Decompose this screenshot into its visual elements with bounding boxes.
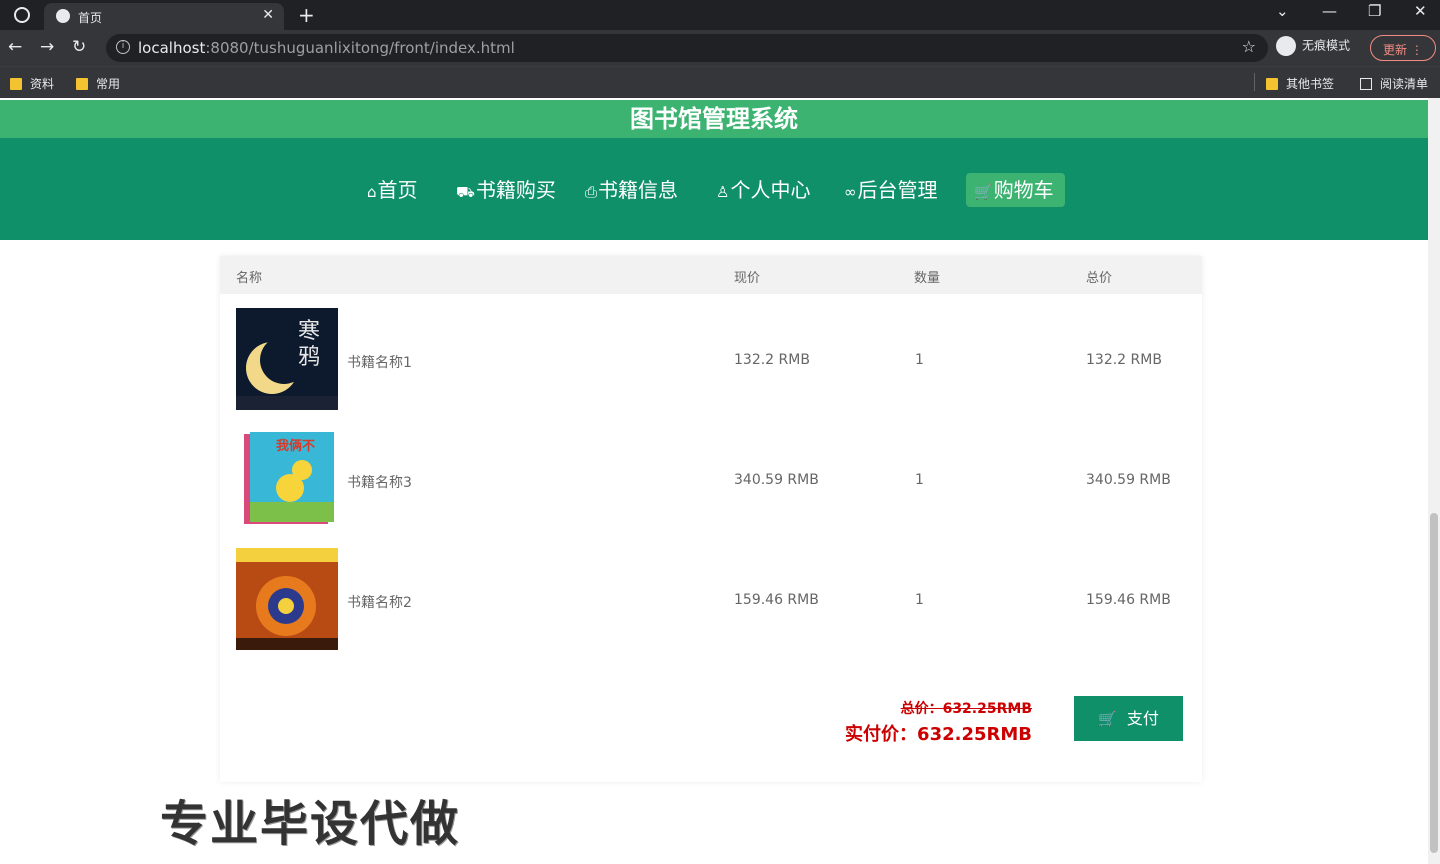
incognito-indicator[interactable]: 无痕模式 [1276, 36, 1350, 56]
total-price: 总价：632.25RMB [900, 701, 1032, 717]
svg-text:寒: 寒 [298, 319, 320, 344]
item-total: 340.59 RMB [1086, 472, 1171, 488]
browser-tab-bar: 首页 ✕ + ⌄ — ❐ ✕ [0, 0, 1440, 30]
price-summary: 总价：632.25RMB 实付价：632.25RMB [845, 698, 1032, 746]
bookmarks-bar: 资料 常用 其他书签 阅读清单 [0, 66, 1440, 98]
item-price: 132.2 RMB [734, 352, 810, 368]
globe-icon [56, 9, 70, 23]
nav-personal-center[interactable]: ♙个人中心 [706, 173, 820, 207]
item-name: 书籍名称1 [347, 355, 412, 371]
header-quantity: 数量 [914, 271, 941, 286]
cart-icon: 🛒 [1098, 710, 1117, 728]
svg-text:鸦: 鸦 [298, 345, 320, 370]
home-icon: ⌂ [367, 183, 377, 201]
item-quantity: 1 [915, 592, 924, 608]
nav-book-purchase[interactable]: ⛟书籍购买 [446, 173, 566, 207]
folder-icon [76, 78, 88, 90]
item-quantity: 1 [915, 472, 924, 488]
tab-search-icon[interactable]: ⌄ [1276, 2, 1289, 20]
reading-list[interactable]: 阅读清单 [1360, 75, 1428, 92]
folder-icon [10, 78, 22, 90]
browser-menu-icon[interactable] [14, 7, 30, 23]
bookmark-star-icon[interactable]: ☆ [1242, 37, 1256, 56]
nav-home[interactable]: ⌂首页 [357, 173, 428, 207]
pay-button[interactable]: 🛒 支付 [1074, 696, 1183, 741]
table-row[interactable]: 书籍名称2 159.46 RMB 1 159.46 RMB [220, 542, 1202, 662]
back-button[interactable]: ← [8, 37, 22, 57]
item-price: 340.59 RMB [734, 472, 819, 488]
site-title: 图书馆管理系统 [630, 105, 798, 133]
header-price: 现价 [734, 271, 761, 286]
header-total: 总价 [1086, 271, 1113, 286]
nav-book-info[interactable]: ⎙书籍信息 [575, 173, 688, 207]
item-name: 书籍名称2 [347, 595, 412, 611]
bookmark-separator [1254, 73, 1255, 91]
info-icon[interactable]: i [116, 40, 130, 54]
item-total: 159.46 RMB [1086, 592, 1171, 608]
site-title-bar: 图书馆管理系统 [0, 100, 1428, 138]
user-icon: ♙ [716, 183, 730, 201]
cart-panel: 名称 现价 数量 总价 寒 鸦 书籍名称1 132.2 RMB 1 132.2 … [220, 256, 1202, 782]
table-row[interactable]: 我俩不 书籍名称3 340.59 RMB 1 340.59 RMB [220, 422, 1202, 542]
bookmark-folder[interactable]: 资料 [10, 75, 54, 92]
url-text[interactable]: localhost:8080/tushuguanlixitong/front/i… [138, 39, 515, 57]
bookmark-folder[interactable]: 常用 [76, 75, 120, 92]
bus-icon: ⛟ [456, 183, 475, 201]
watermark-text: 专业毕设代做 [160, 796, 461, 852]
svg-text:我俩不: 我俩不 [276, 438, 315, 454]
close-window-button[interactable]: ✕ [1414, 2, 1427, 20]
minimize-button[interactable]: — [1322, 2, 1337, 20]
main-nav: ⌂首页 ⛟书籍购买 ⎙书籍信息 ♙个人中心 ∞后台管理 🛒购物车 [0, 138, 1428, 240]
cart-table-header: 名称 现价 数量 总价 [220, 256, 1202, 294]
incognito-icon [1276, 36, 1296, 56]
book-cover-image: 我俩不 [236, 428, 338, 530]
browser-tab[interactable]: 首页 ✕ [44, 3, 284, 30]
tab-title: 首页 [78, 11, 103, 25]
item-name: 书籍名称3 [347, 475, 412, 491]
reading-list-icon [1360, 78, 1372, 90]
address-bar[interactable]: i localhost:8080/tushuguanlixitong/front… [106, 34, 1268, 62]
bookmark-folder-other[interactable]: 其他书签 [1266, 75, 1334, 92]
item-total: 132.2 RMB [1086, 352, 1162, 368]
nav-admin[interactable]: ∞后台管理 [834, 173, 948, 207]
page-scrollbar[interactable] [1428, 98, 1440, 864]
close-tab-icon[interactable]: ✕ [262, 7, 274, 23]
nav-cart[interactable]: 🛒购物车 [966, 173, 1065, 207]
item-price: 159.46 RMB [734, 592, 819, 608]
reload-button[interactable]: ↻ [72, 37, 86, 57]
new-tab-button[interactable]: + [298, 3, 315, 27]
book-cover-image [236, 548, 338, 650]
update-button[interactable]: 更新 ⋮ [1370, 35, 1436, 61]
item-quantity: 1 [915, 352, 924, 368]
header-name: 名称 [236, 271, 263, 286]
table-row[interactable]: 寒 鸦 书籍名称1 132.2 RMB 1 132.2 RMB [220, 302, 1202, 422]
book-cover-image: 寒 鸦 [236, 308, 338, 410]
link-icon: ∞ [844, 183, 857, 201]
folder-icon [1266, 78, 1278, 90]
cart-icon: 🛒 [974, 183, 993, 201]
actual-price: 实付价：632.25RMB [845, 724, 1032, 745]
scrollbar-thumb[interactable] [1430, 513, 1438, 853]
restore-button[interactable]: ❐ [1368, 2, 1381, 20]
page-viewport: 图书馆管理系统 ⌂首页 ⛟书籍购买 ⎙书籍信息 ♙个人中心 ∞后台管理 🛒购物车… [0, 98, 1428, 864]
browser-toolbar: ← → ↻ i localhost:8080/tushuguanlixitong… [0, 30, 1440, 66]
forward-button[interactable]: → [40, 37, 54, 57]
print-icon: ⎙ [585, 183, 598, 201]
